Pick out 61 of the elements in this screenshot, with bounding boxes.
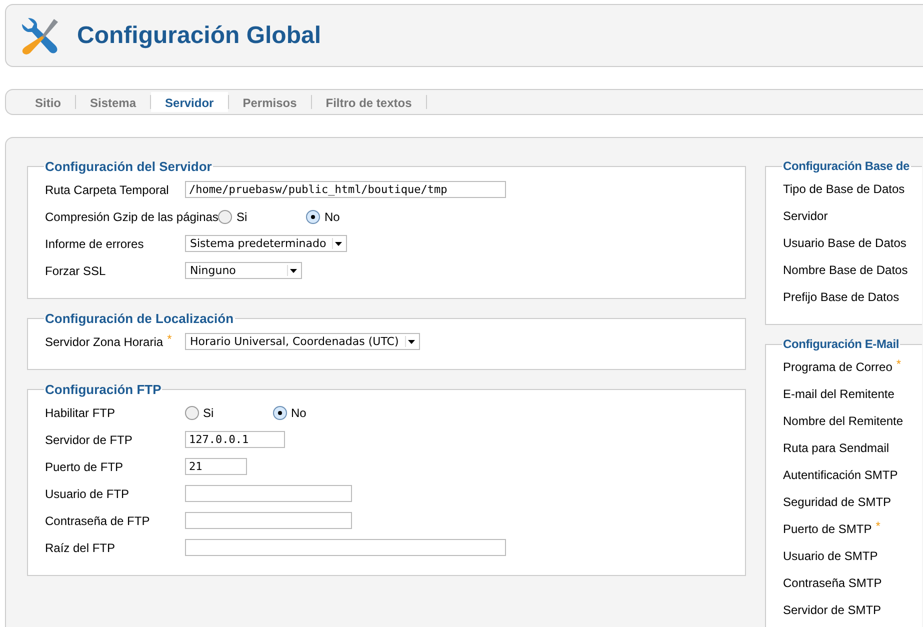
field-label: Compresión Gzip de las páginas [45, 210, 218, 224]
field-label: Autentificación SMTP [783, 468, 898, 482]
field-label: Habilitar FTP [45, 406, 116, 420]
radio-button[interactable] [185, 406, 199, 420]
field-label: Servidor [783, 208, 828, 222]
required-mark: * [896, 356, 902, 370]
radio-button[interactable] [218, 210, 232, 224]
field-label: E-mail del Remitente [783, 386, 894, 400]
section-title: Configuración Base de [782, 159, 910, 173]
field-label: Seguridad de SMTP [783, 494, 892, 508]
field-label: Puerto de FTP [45, 460, 124, 474]
field-label: Raíz del FTP [45, 540, 116, 554]
field-label: Servidor de SMTP [783, 602, 882, 616]
dropdown[interactable]: Ninguno [185, 262, 302, 279]
section-title: Configuración del Servidor [44, 159, 213, 174]
section-title: Configuración E-Mail [782, 337, 900, 351]
field-label: Servidor Zona Horaria [45, 334, 164, 348]
section-title: Configuración de Localización [44, 311, 235, 326]
field-label: Ruta para Sendmail [783, 440, 890, 454]
tab[interactable]: Sistema [76, 92, 150, 112]
field-label: Prefijo Base de Datos [783, 290, 900, 304]
section-title: Configuración FTP [44, 382, 162, 397]
tab[interactable]: Servidor [151, 92, 228, 112]
radio-button[interactable] [273, 406, 287, 420]
option-label: No [291, 406, 306, 420]
input-field[interactable] [185, 539, 506, 556]
field-label: Programa de Correo [783, 360, 892, 374]
field-label: Nombre del Remitente [783, 414, 904, 428]
caret-icon [408, 340, 415, 344]
required-mark: * [876, 518, 880, 532]
input-field[interactable]: 127.0.0.1 [185, 431, 285, 448]
caret-icon [290, 268, 297, 272]
option-label: Si [236, 210, 248, 224]
dropdown[interactable]: Horario Universal, Coordenadas (UTC) [185, 333, 420, 350]
wrench-screwdriver-icon [20, 16, 60, 56]
radio-button[interactable] [306, 210, 320, 224]
field-label: Contraseña de FTP [45, 514, 150, 528]
required-mark: * [167, 332, 172, 346]
field-label: Usuario Base de Datos [783, 236, 906, 250]
field-label: Tipo de Base de Datos [783, 182, 905, 196]
input-field[interactable] [185, 485, 352, 502]
field-label: Informe de errores [45, 236, 144, 250]
input-field[interactable]: /home/pruebasw/public_html/boutique/tmp [185, 181, 506, 198]
field-label: Ruta Carpeta Temporal [45, 182, 169, 196]
dropdown[interactable]: Sistema predeterminado [185, 235, 348, 252]
page-title: Configuración Global [77, 22, 321, 50]
field-label: Forzar SSL [45, 264, 106, 278]
tab[interactable]: Filtro de textos [312, 92, 426, 112]
option-label: Si [203, 406, 214, 420]
tab[interactable]: Sitio [21, 92, 75, 112]
field-label: Usuario de FTP [45, 486, 130, 500]
input-field[interactable] [185, 512, 352, 529]
caret-icon [335, 242, 342, 246]
field-label: Usuario de SMTP [783, 548, 878, 562]
tab[interactable]: Permisos [228, 92, 311, 112]
field-label: Contraseña SMTP [783, 576, 882, 590]
field-label: Servidor de FTP [45, 432, 132, 446]
option-label: No [324, 210, 340, 224]
field-label: Nombre Base de Datos [783, 262, 908, 276]
field-label: Puerto de SMTP [783, 522, 872, 536]
input-field[interactable]: 21 [185, 458, 247, 475]
